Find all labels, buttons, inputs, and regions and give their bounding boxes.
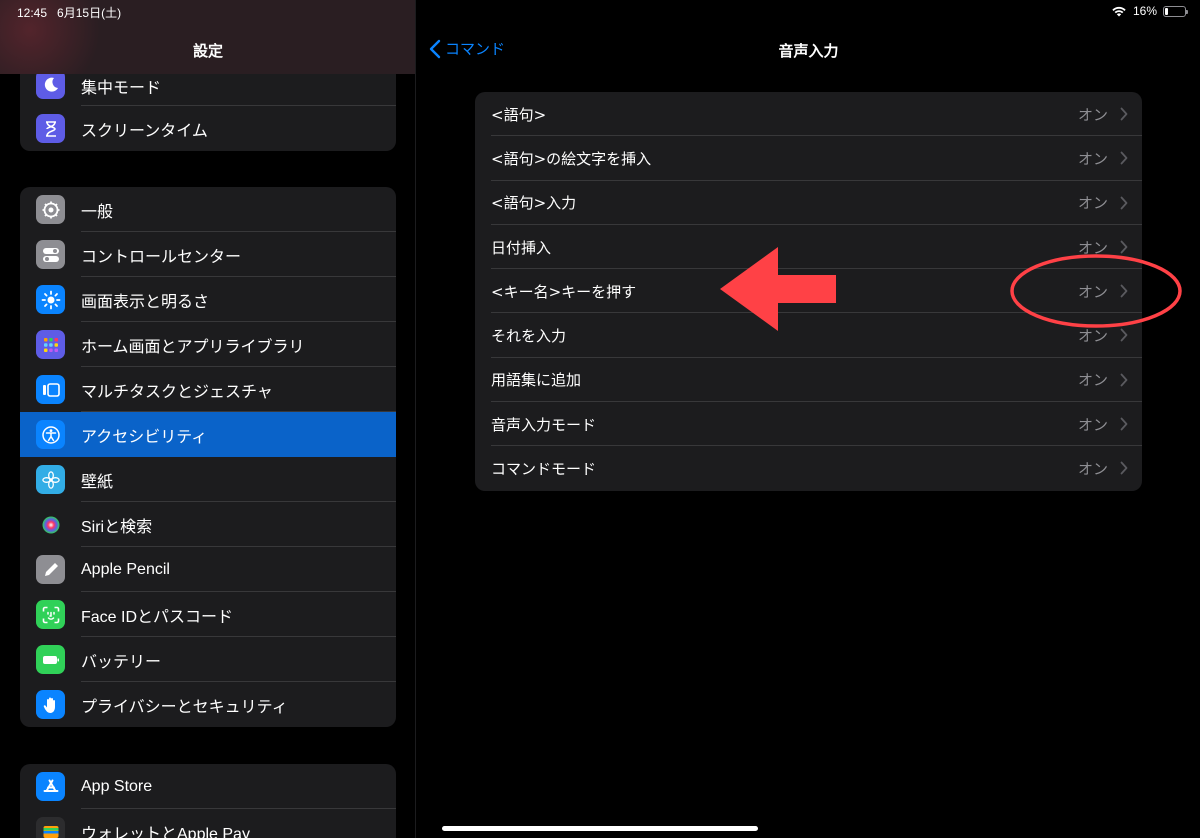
status-bar-right: 16% <box>1111 4 1188 18</box>
sidebar-item-label: ホーム画面とアプリライブラリ <box>81 338 305 356</box>
sidebar-item-label: 壁紙 <box>81 473 114 491</box>
siri-icon <box>36 510 65 539</box>
moon-icon <box>36 70 65 99</box>
toggles-icon <box>36 240 65 269</box>
pencil-icon <box>36 555 65 584</box>
sidebar-item-label: バッテリー <box>81 653 162 671</box>
command-row[interactable]: <語句>の絵文字を挿入 オン <box>475 136 1142 181</box>
command-status: オン <box>1077 105 1108 124</box>
sidebar-item-label: ウォレットとApple Pay <box>81 825 250 838</box>
hourglass-icon <box>36 114 65 143</box>
command-row[interactable]: 用語集に追加 オン <box>475 358 1142 403</box>
sidebar-item[interactable]: Face IDとパスコード <box>20 592 396 637</box>
sidebar-item[interactable]: Siriと検索 <box>20 502 396 547</box>
sidebar-item-label: Face IDとパスコード <box>81 608 234 626</box>
command-label: 音声入力モード <box>491 415 597 434</box>
command-label: それを入力 <box>491 327 567 346</box>
sun-icon <box>36 285 65 314</box>
command-status: オン <box>1077 149 1108 168</box>
command-status: オン <box>1077 371 1108 390</box>
chevron-right-icon <box>1120 461 1128 475</box>
chevron-right-icon <box>1120 196 1128 209</box>
multitask-icon <box>36 375 65 404</box>
sidebar-item-label: スクリーンタイム <box>81 122 208 140</box>
sidebar-item-label: 集中モード <box>81 80 162 97</box>
sidebar-item[interactable]: 画面表示と明るさ <box>20 277 396 322</box>
annotation-arrow-icon <box>720 247 836 331</box>
sidebar-group-store: App Store ウォレットとApple Pay <box>20 764 396 838</box>
chevron-right-icon <box>1120 373 1128 387</box>
sidebar-item[interactable]: 一般 <box>20 187 396 232</box>
sidebar-item-label: 画面表示と明るさ <box>81 293 210 311</box>
chevron-right-icon <box>1120 107 1128 121</box>
wifi-icon <box>1112 6 1126 17</box>
accessibility-icon <box>36 420 65 449</box>
command-label: <語句>の絵文字を挿入 <box>491 149 652 168</box>
app-grid-icon <box>36 330 65 359</box>
flower-icon <box>36 465 65 494</box>
sidebar-item[interactable]: マルチタスクとジェスチャ <box>20 367 396 412</box>
command-label: <語句>入力 <box>491 194 577 213</box>
command-label: 日付挿入 <box>491 238 552 257</box>
sidebar-item[interactable]: プライバシーとセキュリティ <box>20 682 396 727</box>
sidebar-item-label: アクセシビリティ <box>81 428 208 446</box>
app-store-icon <box>36 772 65 801</box>
page-title: 音声入力 <box>778 42 839 60</box>
command-label: <語句> <box>491 105 547 124</box>
command-status: オン <box>1077 194 1108 213</box>
sidebar-item[interactable]: ウォレットとApple Pay <box>20 809 396 838</box>
main-pane: 16% コマンド 音声入力 <語句> オン <語句>の絵文字を挿入 オン <語句>入力オ… <box>417 0 1200 838</box>
sidebar-group-general: 一般コントロールセンター 画面表示と明るさホーム画面とアプリライブラリ マルチタスク… <box>20 187 396 727</box>
status-time: 12:45 6月15日(土) <box>17 6 122 20</box>
sidebar-item[interactable]: アクセシビリティ <box>20 412 396 457</box>
battery-indicator <box>1163 5 1188 17</box>
sidebar-item-label: マルチタスクとジェスチャ <box>81 383 273 401</box>
sidebar-item-label: Apple Pencil <box>81 560 170 578</box>
chevron-right-icon <box>1120 417 1128 431</box>
hand-icon <box>36 690 65 719</box>
sidebar-item[interactable]: コントロールセンター <box>20 232 396 277</box>
command-label: 用語集に追加 <box>491 371 582 390</box>
battery-percent: 16% <box>1132 4 1157 18</box>
face-id-icon <box>36 600 65 629</box>
command-row[interactable]: <語句> オン <box>475 92 1142 137</box>
sidebar-item-label: プライバシーとセキュリティ <box>81 698 288 716</box>
sidebar-header: 12:45 6月15日(土) 設定 <box>0 0 415 74</box>
gear-icon <box>36 195 65 224</box>
sidebar-item-label: Siriと検索 <box>81 518 153 536</box>
chevron-right-icon <box>1120 151 1128 165</box>
annotation-circle-icon <box>1010 254 1182 328</box>
sidebar-item-label: 一般 <box>81 203 114 221</box>
sidebar-item[interactable]: ホーム画面とアプリライブラリ <box>20 322 396 367</box>
chevron-right-icon <box>1120 329 1128 342</box>
sidebar-item[interactable]: スクリーンタイム <box>20 106 396 151</box>
command-label: <キー名>キーを押す <box>491 282 637 301</box>
command-row[interactable]: <語句>入力 オン <box>475 181 1142 225</box>
command-row[interactable]: コマンドモード オン <box>475 446 1142 490</box>
command-label: コマンドモード <box>491 460 597 479</box>
sidebar-item[interactable]: 壁紙 <box>20 457 396 502</box>
home-indicator[interactable] <box>442 826 758 831</box>
sidebar-item-label: App Store <box>81 777 153 795</box>
sidebar: 集中モードスクリーンタイム 一般コントロールセンター 画面表示と明るさホーム画面と… <box>0 0 416 838</box>
battery-icon <box>36 645 65 674</box>
wallet-icon <box>36 817 65 838</box>
sidebar-title: 設定 <box>192 42 223 60</box>
sidebar-item[interactable]: App Store <box>20 764 396 809</box>
command-row[interactable]: 音声入力モード オン <box>475 402 1142 447</box>
sidebar-item[interactable]: Apple Pencil <box>20 547 396 592</box>
sidebar-item-label: コントロールセンター <box>81 248 242 266</box>
sidebar-item[interactable]: バッテリー <box>20 637 396 682</box>
command-status: オン <box>1077 460 1108 479</box>
command-status: オン <box>1077 415 1108 434</box>
